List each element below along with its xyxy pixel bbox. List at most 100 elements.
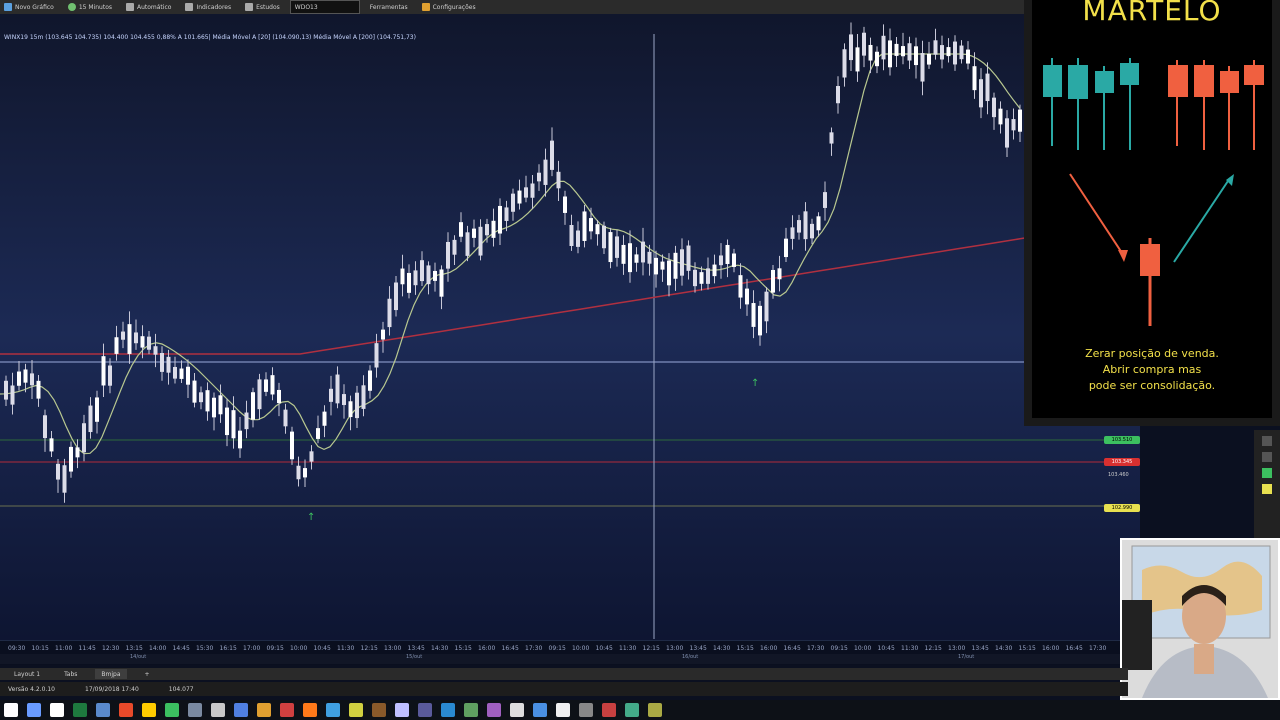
app-icon[interactable] (648, 703, 662, 717)
x-tick-label: 15:15 (1018, 645, 1036, 652)
candle-body (43, 415, 47, 439)
date-strip: 14/out 15/out 16/out 17/out (0, 654, 1140, 664)
martelo-overlay: MARTELO Zerar posição de venda. Abrir co… (1032, 0, 1272, 418)
candle-body (764, 291, 769, 322)
tab-tabs[interactable]: Tabs (58, 669, 83, 679)
app-icon[interactable] (303, 703, 317, 717)
app-icon[interactable] (510, 703, 524, 717)
candle-body (433, 270, 437, 281)
app-icon[interactable] (418, 703, 432, 717)
toolbar-autoscale[interactable]: Automático (122, 1, 175, 13)
app-icon[interactable] (556, 703, 570, 717)
tab-layout-1[interactable]: Layout 1 (8, 669, 46, 679)
chrome-icon[interactable] (119, 703, 133, 717)
x-tick-label: 13:00 (384, 645, 402, 652)
toolbar-settings[interactable]: Configurações (418, 1, 480, 13)
right-toolbar (1254, 430, 1280, 540)
candle-body (784, 238, 788, 258)
candlestick-chart[interactable]: ↑↑ (0, 14, 1140, 654)
candle-body (524, 187, 528, 198)
app-icon[interactable] (395, 703, 409, 717)
toolbar-tools[interactable]: Ferramentas (366, 1, 412, 13)
candle-body (166, 356, 171, 373)
candle-body (56, 463, 60, 480)
candle-body (647, 251, 652, 264)
toolbar-new-chart[interactable]: Novo Gráfico (0, 1, 58, 13)
app-icon[interactable] (257, 703, 271, 717)
app-icon[interactable] (211, 703, 225, 717)
app-icon[interactable] (625, 703, 639, 717)
candle-body (465, 232, 470, 256)
app-icon[interactable] (441, 703, 455, 717)
app-icon[interactable] (96, 703, 110, 717)
candle-body (368, 370, 372, 391)
x-tick-label: 10:00 (854, 645, 872, 652)
candle-body (478, 226, 483, 256)
app-icon[interactable] (349, 703, 363, 717)
app-icon[interactable] (579, 703, 593, 717)
candle-body (10, 385, 15, 405)
tool-icon[interactable] (1262, 468, 1272, 478)
x-tick-label: 11:30 (337, 645, 355, 652)
app-icon[interactable] (372, 703, 386, 717)
tool-icon[interactable] (1262, 484, 1272, 494)
app-icon[interactable] (533, 703, 547, 717)
candle-body (407, 272, 411, 293)
candle-body (667, 260, 671, 286)
candle-body (36, 380, 41, 399)
tab-bmjpa[interactable]: Bmjpa (95, 669, 127, 679)
candle-body (920, 53, 925, 82)
candle-body (244, 412, 249, 430)
app-icon[interactable] (487, 703, 501, 717)
candle-body (992, 97, 996, 118)
app-icon[interactable] (602, 703, 616, 717)
candle-body (881, 35, 886, 60)
x-tick-label: 13:45 (971, 645, 989, 652)
candle-body (95, 397, 99, 422)
side-price: 103.460 (1108, 472, 1129, 478)
martelo-caption: Zerar posição de venda. Abrir compra mas… (1085, 347, 1219, 392)
windows-icon[interactable] (4, 703, 18, 717)
candle-body (998, 108, 1003, 125)
candle-body (725, 244, 730, 264)
candle-body (816, 216, 821, 231)
task-view-icon[interactable] (50, 703, 64, 717)
app-icon[interactable] (234, 703, 248, 717)
candle-body (264, 379, 268, 392)
app-icon[interactable] (464, 703, 478, 717)
new-chart-icon (4, 3, 12, 11)
candle-body (940, 45, 944, 60)
candle-body (140, 336, 145, 348)
app-icon[interactable] (280, 703, 294, 717)
signal-marker-icon: ↑ (307, 512, 315, 523)
candle-body (914, 46, 918, 66)
candle-body (985, 73, 990, 102)
candle-body (615, 236, 619, 258)
candle-body (452, 239, 457, 255)
app-icon[interactable] (165, 703, 179, 717)
candle-body (199, 392, 203, 403)
excel-icon[interactable] (73, 703, 87, 717)
candle-body (712, 264, 717, 277)
candle-body (537, 172, 541, 182)
add-tab-button[interactable]: + (139, 669, 156, 679)
toolbar-timeframe[interactable]: 15 Minutos (64, 1, 116, 13)
toolbar-indicators[interactable]: Indicadores (181, 1, 235, 13)
date-label: 17/out (958, 654, 975, 660)
app-icon[interactable] (142, 703, 156, 717)
candle-body (595, 224, 600, 235)
price-chart[interactable]: ↑ ↑ WINX19 15m (103.645 104.735) 104.400 … (0, 14, 1140, 654)
candle-body (335, 374, 340, 404)
x-tick-label: 12:30 (102, 645, 120, 652)
toolbar-studies[interactable]: Estudos (241, 1, 284, 13)
toolbar-zoom[interactable]: WDO13 (289, 0, 360, 14)
candle-body (829, 132, 834, 144)
app-icon[interactable] (326, 703, 340, 717)
search-icon[interactable] (27, 703, 41, 717)
x-tick-label: 15:15 (454, 645, 472, 652)
tool-icon[interactable] (1262, 452, 1272, 462)
app-icon[interactable] (188, 703, 202, 717)
candle-body (901, 46, 905, 57)
tool-icon[interactable] (1262, 436, 1272, 446)
candle-body (738, 275, 743, 298)
